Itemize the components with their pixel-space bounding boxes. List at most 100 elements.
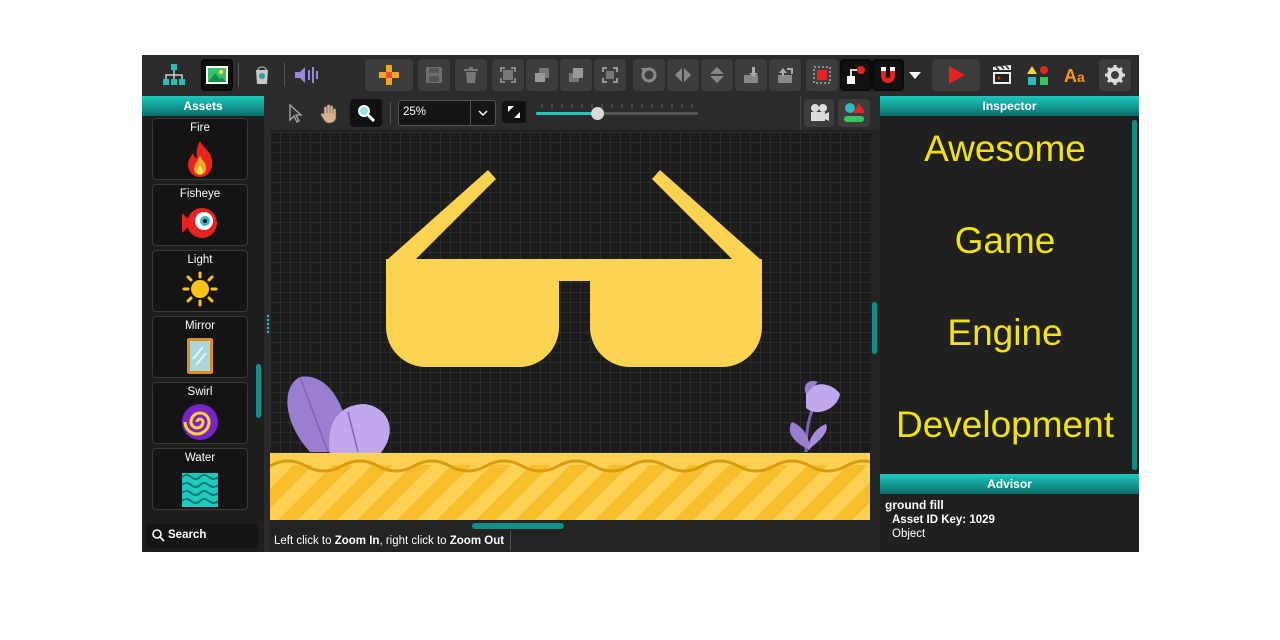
status-zoom-in: Zoom In (334, 535, 380, 547)
fit-button[interactable] (594, 59, 626, 91)
asset-search-input[interactable]: Search (146, 524, 258, 548)
pointer-arrow-icon (289, 103, 303, 123)
scene-editor: 25% Left click to Zoom In, right click t… (270, 96, 880, 552)
play-button[interactable] (932, 59, 980, 91)
flip-horizontal-button[interactable] (667, 59, 699, 91)
flip-vertical-button[interactable] (701, 59, 733, 91)
canvas-vertical-scrollbar[interactable] (872, 302, 877, 354)
settings-button[interactable] (1099, 59, 1131, 91)
scenes-button[interactable] (986, 59, 1018, 91)
game-editor-window: Aa Assets Fire Fisheye Light Mirror Swir… (142, 55, 1139, 552)
flip-horizontal-icon (675, 68, 691, 82)
grid-snap-button[interactable] (806, 59, 838, 91)
asset-label: Mirror (184, 320, 216, 332)
expand-button[interactable] (492, 59, 524, 91)
status-bar: Left click to Zoom In, right click to Zo… (274, 531, 512, 551)
delete-button[interactable] (455, 59, 487, 91)
send-back-icon (535, 68, 549, 82)
advisor-object-name: ground fill (885, 498, 944, 512)
status-mid: , right click to (379, 535, 450, 547)
audio-wave-icon (295, 67, 318, 83)
zoom-tool-button[interactable] (350, 99, 382, 127)
assets-scrollbar[interactable] (256, 364, 261, 418)
add-object-button[interactable] (365, 59, 413, 91)
zoom-level-select[interactable]: 25% (398, 100, 496, 126)
trash-icon (464, 67, 478, 83)
hierarchy-button[interactable] (158, 59, 190, 91)
zoom-fit-button[interactable] (502, 101, 526, 123)
more-options-dropdown[interactable] (904, 59, 926, 91)
magnifier-icon (358, 105, 375, 122)
connect-button[interactable] (840, 59, 872, 91)
record-button[interactable] (246, 59, 278, 91)
inspector-text-line: Development (895, 404, 1114, 445)
zoom-slider[interactable] (534, 102, 700, 124)
magnet-button[interactable] (872, 59, 904, 91)
layers-button[interactable] (838, 99, 870, 127)
plant-leaves-sprite[interactable] (287, 376, 390, 454)
fit-screen-icon (602, 67, 618, 83)
status-zoom-out: Zoom Out (449, 535, 505, 547)
asset-label: Fisheye (179, 188, 221, 200)
shapes-icon (1027, 66, 1048, 85)
expand-icon (500, 67, 516, 83)
selection-box-icon (813, 66, 831, 84)
inspector-panel: Inspector Awesome Game Engine Developmen… (880, 96, 1139, 552)
send-back-button[interactable] (526, 59, 558, 91)
main-toolbar: Aa (142, 55, 1139, 96)
camera-button[interactable] (804, 99, 834, 127)
play-icon (949, 66, 965, 84)
rotate-button[interactable] (633, 59, 665, 91)
fisheye-icon (182, 208, 217, 238)
audio-button[interactable] (290, 59, 322, 91)
clapperboard-icon (993, 65, 1011, 84)
asset-item-water[interactable]: Water (152, 448, 248, 510)
tulip-plant-sprite[interactable] (789, 380, 840, 453)
gear-icon (1105, 65, 1125, 85)
search-icon (152, 529, 165, 542)
inspector-header: Inspector (880, 96, 1139, 116)
asset-label: Water (184, 452, 216, 464)
asset-item-mirror[interactable]: Mirror (152, 316, 248, 378)
asset-label: Fire (190, 122, 210, 134)
text-tool-button[interactable]: Aa (1060, 59, 1092, 91)
toolbar-separator (390, 102, 391, 124)
advisor-content: ground fill Asset ID Key: 1029 Object (885, 498, 995, 540)
layer-shapes-icon (844, 103, 865, 122)
import-button[interactable] (735, 59, 767, 91)
bring-front-icon (569, 68, 583, 82)
flip-vertical-icon (710, 67, 724, 83)
plus-icon (379, 65, 399, 85)
shapes-button[interactable] (1022, 59, 1054, 91)
ground-fill-sprite[interactable] (270, 453, 870, 520)
floppy-disk-icon (426, 67, 442, 83)
zoom-dropdown-button[interactable] (470, 101, 495, 125)
toolbar-separator (800, 96, 801, 130)
asset-item-light[interactable]: Light (152, 250, 248, 312)
select-tool-button[interactable] (284, 102, 306, 124)
video-camera-icon (811, 104, 829, 121)
sunglasses-sprite[interactable] (386, 170, 762, 367)
inspector-scrollbar[interactable] (1132, 120, 1137, 470)
canvas-horizontal-scrollbar[interactable] (472, 523, 564, 529)
export-button[interactable] (769, 59, 801, 91)
svg-text:a: a (1077, 69, 1085, 85)
assets-header: Assets (142, 96, 264, 116)
status-prefix: Left click to (274, 535, 335, 547)
bring-front-button[interactable] (560, 59, 592, 91)
zoom-value: 25% (403, 106, 427, 118)
search-label: Search (168, 529, 207, 541)
export-icon (778, 68, 793, 83)
asset-item-fisheye[interactable]: Fisheye (152, 184, 248, 246)
scene-view-button[interactable] (201, 59, 233, 91)
hierarchy-icon (163, 64, 185, 85)
inspector-text-line: Awesome (924, 128, 1086, 169)
asset-label: Light (187, 254, 213, 266)
pan-tool-button[interactable] (318, 102, 340, 124)
asset-item-swirl[interactable]: Swirl (152, 382, 248, 444)
asset-item-fire[interactable]: Fire (152, 118, 248, 180)
svg-text:A: A (1064, 66, 1077, 86)
scene-canvas[interactable] (270, 132, 870, 520)
save-button[interactable] (418, 59, 450, 91)
advisor-object-type: Object (892, 528, 926, 540)
